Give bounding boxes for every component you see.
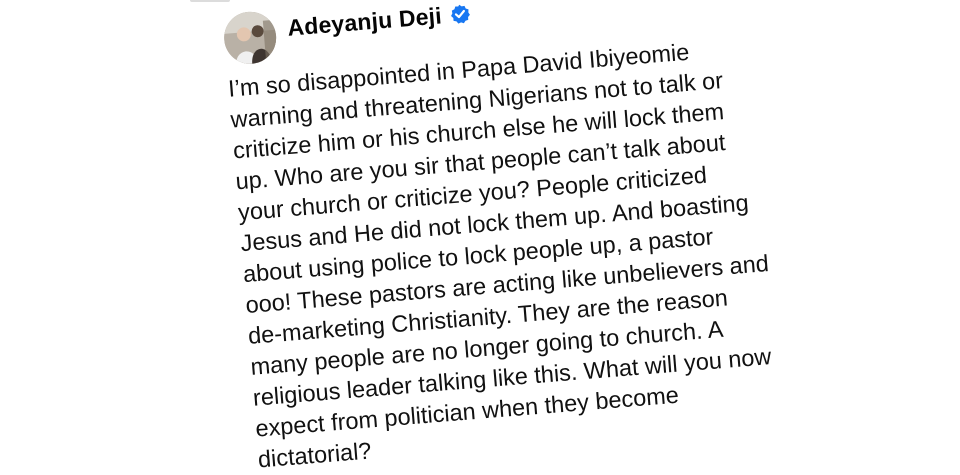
post-content: Adeyanju Deji I’m so disappointed in Pap…	[222, 0, 817, 475]
facebook-post-screenshot: Adeyanju Deji I’m so disappointed in Pap…	[0, 0, 960, 475]
author-name[interactable]: Adeyanju Deji	[286, 2, 442, 41]
top-divider	[190, 0, 230, 2]
avatar[interactable]	[222, 9, 279, 66]
author-name-block: Adeyanju Deji	[286, 0, 470, 41]
verified-badge-icon	[449, 3, 471, 25]
profile-photo-icon	[222, 9, 279, 66]
post-body-text: I’m so disappointed in Papa David Ibiyeo…	[227, 29, 818, 475]
